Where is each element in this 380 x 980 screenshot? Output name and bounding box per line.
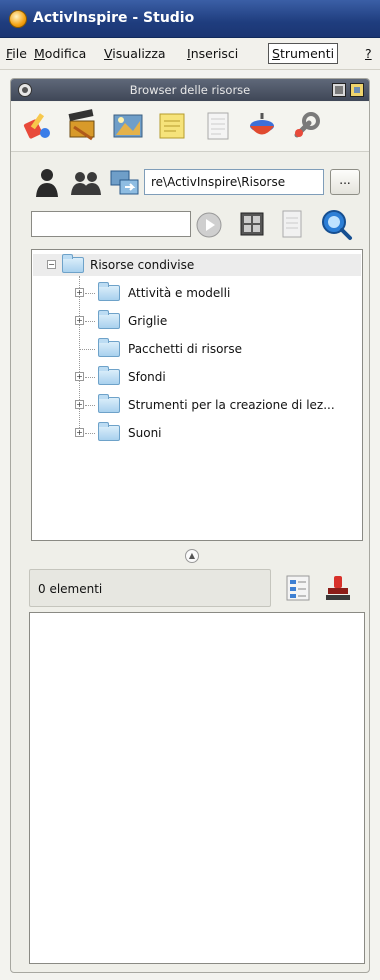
tree-node-label: Strumenti per la creazione di lez...	[128, 398, 335, 412]
folder-icon	[98, 282, 120, 301]
path-row: re\ActivInspire\Risorse ...	[11, 167, 369, 203]
tree-node[interactable]: + Attività e modelli	[32, 282, 362, 304]
tree-connector	[79, 349, 95, 350]
tree-node-label: Attività e modelli	[128, 286, 231, 300]
panel-header: Browser delle risorse	[11, 79, 369, 101]
search-input[interactable]	[31, 211, 191, 237]
tree-connector	[85, 377, 95, 378]
tree-node[interactable]: + Sfondi	[32, 366, 362, 388]
title-bar: ActivInspire - Studio	[0, 0, 380, 38]
spinning-top-icon[interactable]	[245, 109, 279, 143]
search-row	[11, 207, 369, 247]
play-search-icon[interactable]	[195, 211, 223, 239]
tree-node-label: Griglie	[128, 314, 168, 328]
folder-icon	[98, 394, 120, 413]
tree-node[interactable]: + Griglie	[32, 310, 362, 332]
path-field[interactable]: re\ActivInspire\Risorse	[144, 169, 324, 195]
expand-toggle-icon[interactable]: +	[75, 316, 84, 325]
browse-button[interactable]: ...	[330, 169, 360, 195]
expand-toggle-icon[interactable]: +	[75, 372, 84, 381]
group-icon[interactable]	[69, 169, 103, 197]
tree-connector	[85, 433, 95, 434]
person-icon[interactable]	[33, 167, 61, 197]
panel-title: Browser delle risorse	[129, 83, 251, 97]
tree-node[interactable]: Pacchetti di risorse	[32, 338, 362, 360]
results-pane[interactable]	[29, 612, 365, 964]
tree-connector	[85, 321, 95, 322]
paint-brush-icon[interactable]	[21, 109, 55, 143]
scene-tools-icon[interactable]	[111, 109, 145, 143]
tree-connector	[85, 405, 95, 406]
page-icon[interactable]	[279, 209, 305, 239]
resource-browser-panel: Browser delle risorse re\ActivInspire\Ri…	[10, 78, 370, 973]
tree-node-label: Suoni	[128, 426, 162, 440]
tree-node[interactable]: + Suoni	[32, 422, 362, 444]
document-icon[interactable]	[201, 109, 235, 143]
category-toolbar	[11, 102, 369, 152]
folder-icon	[98, 422, 120, 441]
menu-help[interactable]: ?	[365, 46, 372, 61]
collapse-toggle-icon[interactable]: −	[47, 260, 56, 269]
menu-inserisci[interactable]: Inserisci	[187, 46, 238, 61]
panel-minimize-icon[interactable]	[332, 83, 346, 97]
expand-toggle-icon[interactable]: +	[75, 288, 84, 297]
menu-visualizza[interactable]: Visualizza	[104, 46, 166, 61]
shared-computer-icon[interactable]	[109, 167, 141, 199]
tree-node-label: Sfondi	[128, 370, 166, 384]
sticky-notes-icon[interactable]	[156, 109, 190, 143]
activinspire-logo-icon	[9, 10, 27, 28]
items-count-label: 0 elementi	[29, 569, 271, 607]
film-clapper-icon[interactable]	[66, 109, 100, 143]
grid-view-icon[interactable]	[239, 211, 265, 237]
tree-root-label: Risorse condivise	[90, 258, 195, 272]
wrench-icon[interactable]	[289, 109, 323, 143]
menu-bar: File Modifica Visualizza Inserisci Strum…	[0, 38, 380, 70]
window-title: ActivInspire - Studio	[33, 10, 195, 26]
folder-tree[interactable]: − Risorse condivise + Attività e modelli…	[31, 249, 363, 541]
menu-modifica[interactable]: Modifica	[34, 46, 86, 61]
folder-icon	[98, 310, 120, 329]
tree-node-label: Pacchetti di risorse	[128, 342, 242, 356]
folder-icon	[98, 338, 120, 357]
menu-file[interactable]: File	[6, 46, 27, 61]
search-magnifier-icon[interactable]	[319, 207, 353, 241]
expand-toggle-icon[interactable]: +	[75, 428, 84, 437]
folder-icon	[98, 366, 120, 385]
menu-strumenti[interactable]: Strumenti	[268, 43, 339, 64]
folder-icon	[62, 254, 84, 273]
splitter-collapse-icon[interactable]: ▲	[185, 549, 199, 563]
tree-node[interactable]: + Strumenti per la creazione di lez...	[32, 394, 362, 416]
tree-connector	[85, 293, 95, 294]
list-view-icon[interactable]	[283, 573, 313, 603]
stamp-icon[interactable]	[323, 573, 353, 603]
expand-toggle-icon[interactable]: +	[75, 400, 84, 409]
tree-root-node[interactable]: − Risorse condivise	[32, 254, 362, 276]
panel-dock-icon[interactable]	[350, 83, 364, 97]
